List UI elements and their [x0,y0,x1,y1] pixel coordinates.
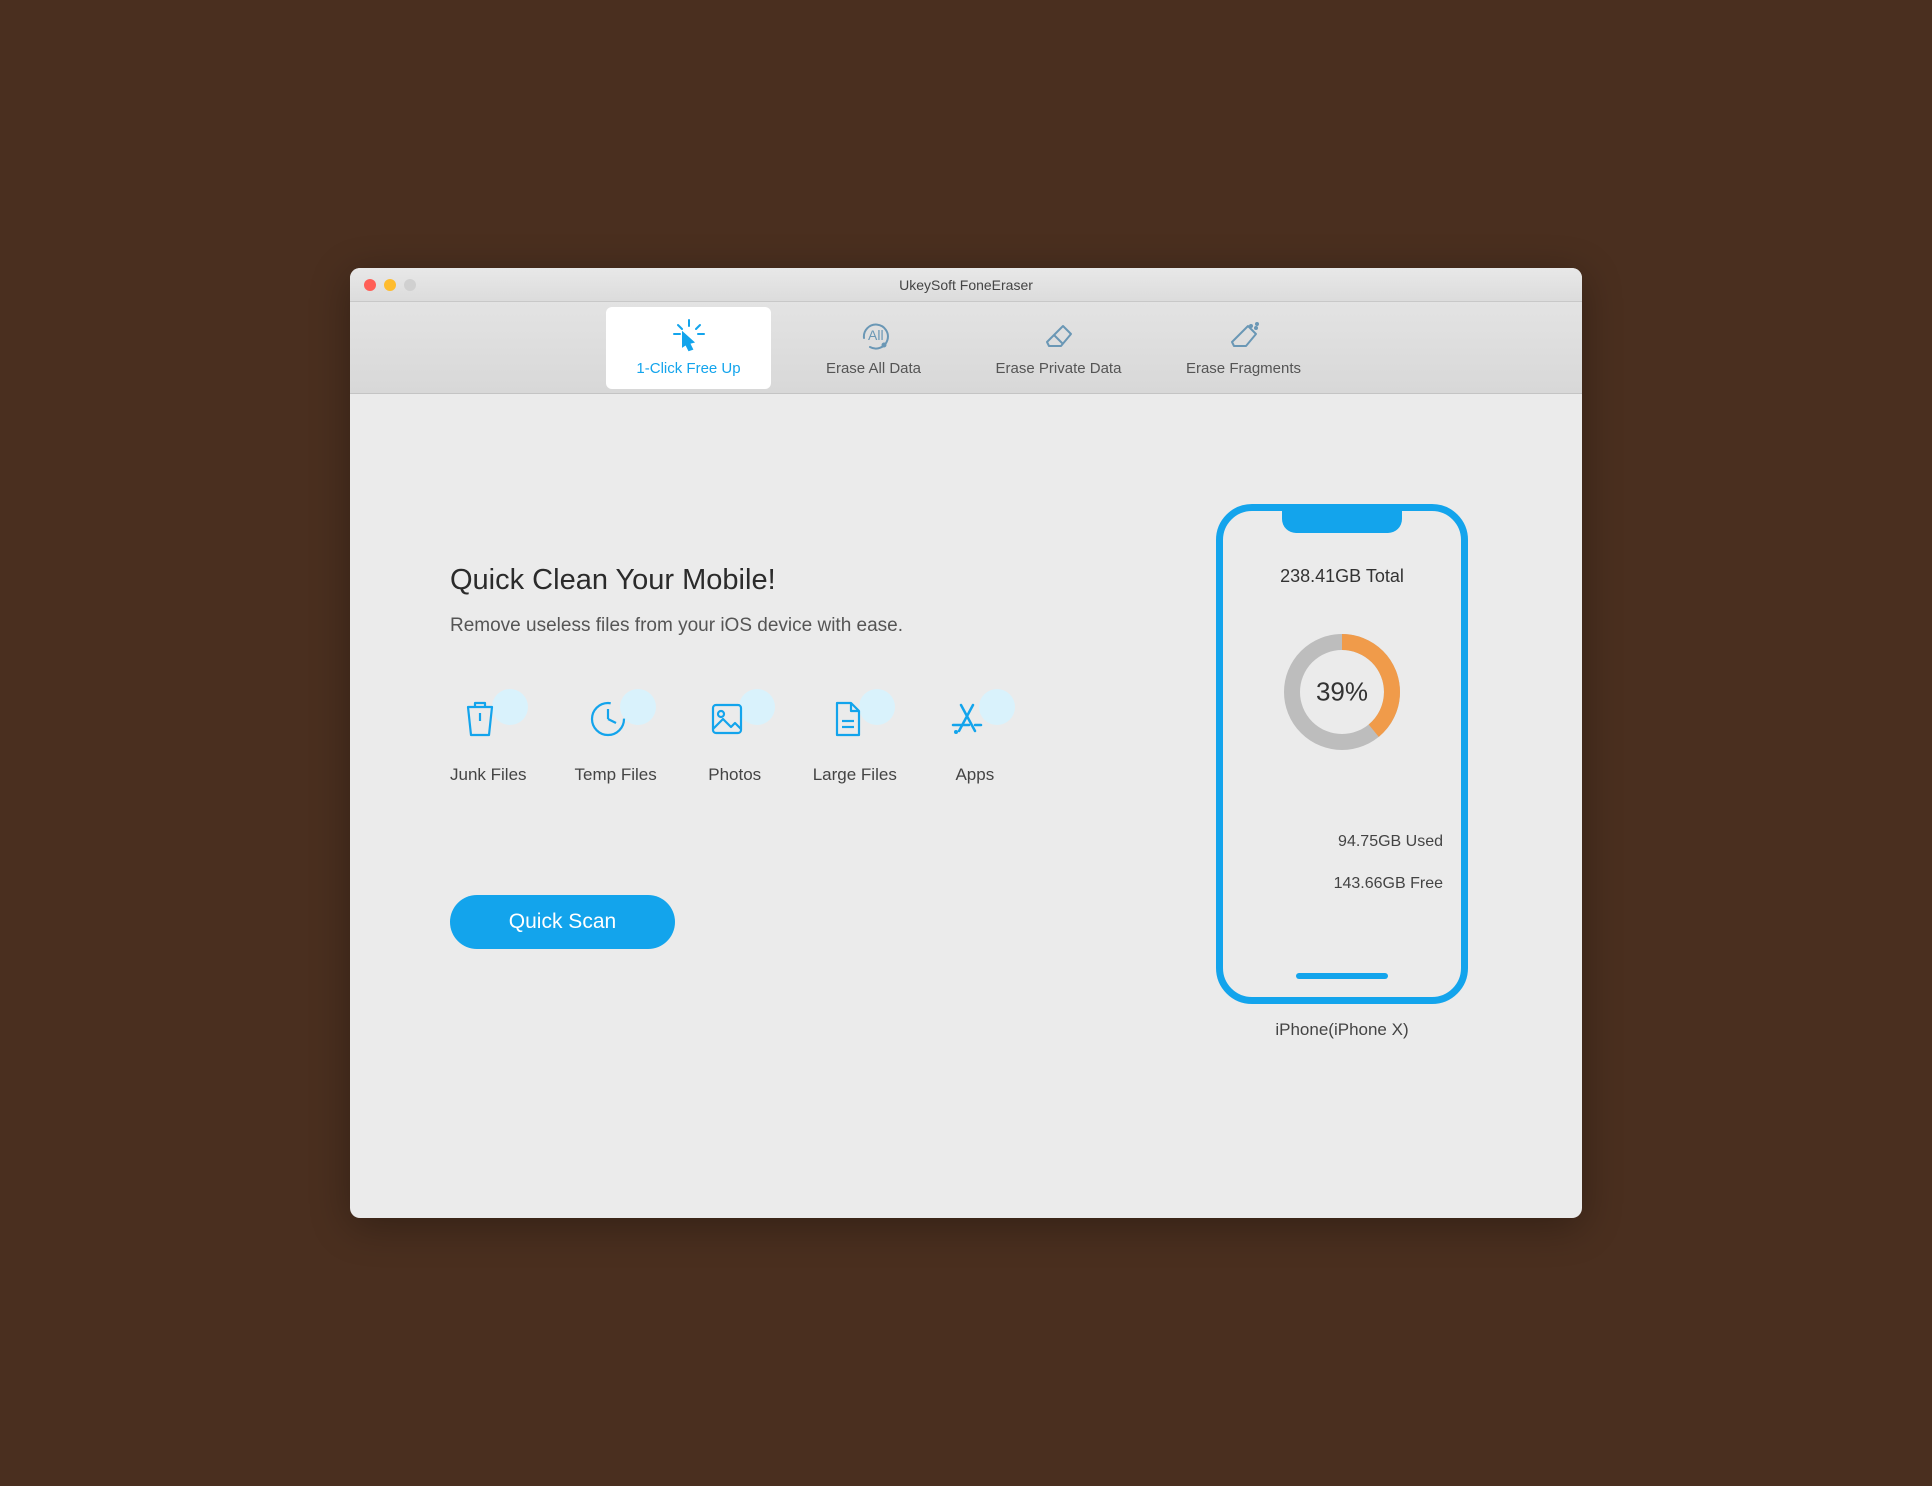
device-panel: 238.41GB Total 39% 94.75GB Used 143.66GB… [1192,454,1492,1148]
category-label: Temp Files [575,765,657,785]
maximize-button[interactable] [404,279,416,291]
traffic-lights [350,279,416,291]
app-window: UkeySoft FoneEraser 1-Click Free Up All … [350,268,1582,1218]
category-temp-files[interactable]: Temp Files [575,697,657,785]
phone-home-indicator [1296,973,1388,979]
tab-label: Erase All Data [826,360,921,377]
storage-used: 94.75GB Used [1223,821,1443,863]
phone-mockup: 238.41GB Total 39% 94.75GB Used 143.66GB… [1216,504,1468,1004]
file-icon [825,697,869,741]
tab-label: Erase Private Data [996,360,1122,377]
quick-scan-button[interactable]: Quick Scan [450,895,675,949]
category-label: Large Files [813,765,897,785]
category-label: Apps [955,765,994,785]
storage-free: 143.66GB Free [1223,863,1443,905]
titlebar: UkeySoft FoneEraser [350,268,1582,302]
tab-label: 1-Click Free Up [636,360,740,377]
category-large-files[interactable]: Large Files [813,697,897,785]
eraser-icon [1041,318,1077,354]
content-area: Quick Clean Your Mobile! Remove useless … [350,394,1582,1218]
left-panel: Quick Clean Your Mobile! Remove useless … [450,454,1192,1148]
clock-icon [586,697,630,741]
tab-erase-private-data[interactable]: Erase Private Data [976,307,1141,389]
storage-total: 238.41GB Total [1280,566,1404,587]
category-junk-files[interactable]: Junk Files [450,697,527,785]
storage-percent: 39% [1316,677,1368,708]
image-icon [705,697,749,741]
tab-erase-fragments[interactable]: Erase Fragments [1161,307,1326,389]
tab-label: Erase Fragments [1186,360,1301,377]
phone-notch [1282,511,1402,533]
page-subheading: Remove useless files from your iOS devic… [450,615,1192,637]
storage-donut-chart: 39% [1277,627,1407,757]
close-button[interactable] [364,279,376,291]
window-title: UkeySoft FoneEraser [899,277,1033,293]
category-photos[interactable]: Photos [705,697,765,785]
device-name: iPhone(iPhone X) [1275,1020,1408,1040]
cursor-click-icon [671,318,707,354]
appstore-icon [945,697,989,741]
erase-all-icon: All [856,318,892,354]
tab-1-click-free-up[interactable]: 1-Click Free Up [606,307,771,389]
fragments-icon [1226,318,1262,354]
tab-erase-all-data[interactable]: All Erase All Data [791,307,956,389]
category-label: Photos [708,765,761,785]
storage-detail: 94.75GB Used 143.66GB Free [1223,821,1461,904]
categories-row: Junk Files Temp Files Photos [450,697,1192,785]
svg-text:All: All [868,327,884,343]
tabbar: 1-Click Free Up All Erase All Data Erase… [350,302,1582,394]
trash-icon [458,697,502,741]
category-label: Junk Files [450,765,527,785]
page-heading: Quick Clean Your Mobile! [450,564,1192,597]
minimize-button[interactable] [384,279,396,291]
category-apps[interactable]: Apps [945,697,1005,785]
